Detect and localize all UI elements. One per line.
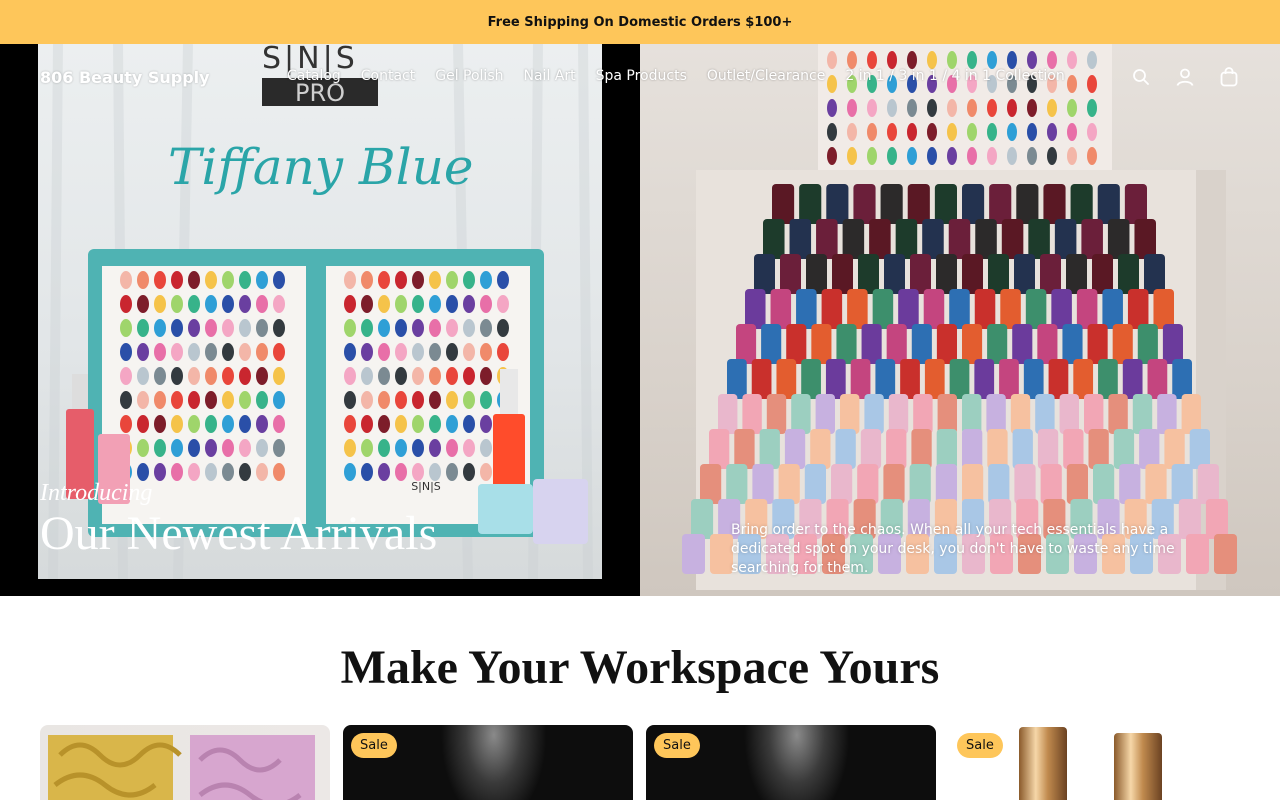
announcement-bar: Free Shipping On Domestic Orders $100+ [0,0,1280,44]
hero-right-copy: Bring order to the chaos. When all your … [731,522,1175,576]
product-card[interactable]: Sale [949,725,1239,800]
nav-contact[interactable]: Contact [361,68,415,84]
search-icon[interactable] [1130,66,1152,88]
sale-badge: Sale [351,733,397,758]
nav-collection[interactable]: 2 in 1 / 3 in 1 / 4 in 1 Collection [845,68,1064,84]
section-title: Make Your Workspace Yours [340,641,940,694]
script-title-text: Tiffany Blue [168,138,473,196]
nav-spa-products[interactable]: Spa Products [596,68,687,84]
announcement-text: Free Shipping On Domestic Orders $100+ [487,14,793,30]
gel-bottles-illustration [682,44,1237,590]
product-image-stencils [48,735,315,800]
sale-badge: Sale [957,733,1003,758]
hero-left-panel[interactable]: S|N|S PRO Tiffany Blue S|N|S Introducing… [0,44,640,596]
product-card[interactable]: Sale [343,725,633,800]
hero-section: S|N|S PRO Tiffany Blue S|N|S Introducing… [0,44,1280,596]
hero-kicker: Introducing [40,480,153,506]
nav-gel-polish[interactable]: Gel Polish [435,68,503,84]
nav-catalog[interactable]: Catalog [287,68,341,84]
sale-badge: Sale [654,733,700,758]
header-icons [1130,66,1240,88]
main-nav: Catalog Contact Gel Polish Nail Art Spa … [287,68,1065,84]
site-header: 806 Beauty Supply Catalog Contact Gel Po… [0,44,1280,110]
product-card[interactable] [40,725,330,800]
cart-icon[interactable] [1218,66,1240,88]
hero-right-panel[interactable] [640,44,1280,596]
product-grid: Sale Sale Sale [40,725,1239,800]
product-card[interactable]: Sale [646,725,936,800]
site-logo[interactable]: 806 Beauty Supply [40,68,210,87]
account-icon[interactable] [1174,66,1196,88]
hero-headline: Our Newest Arrivals [40,507,438,560]
hero-left-copy: Introducing Our Newest Arrivals [40,480,437,559]
nav-nail-art[interactable]: Nail Art [524,68,576,84]
nav-outlet-clearance[interactable]: Outlet/Clearance [707,68,825,84]
